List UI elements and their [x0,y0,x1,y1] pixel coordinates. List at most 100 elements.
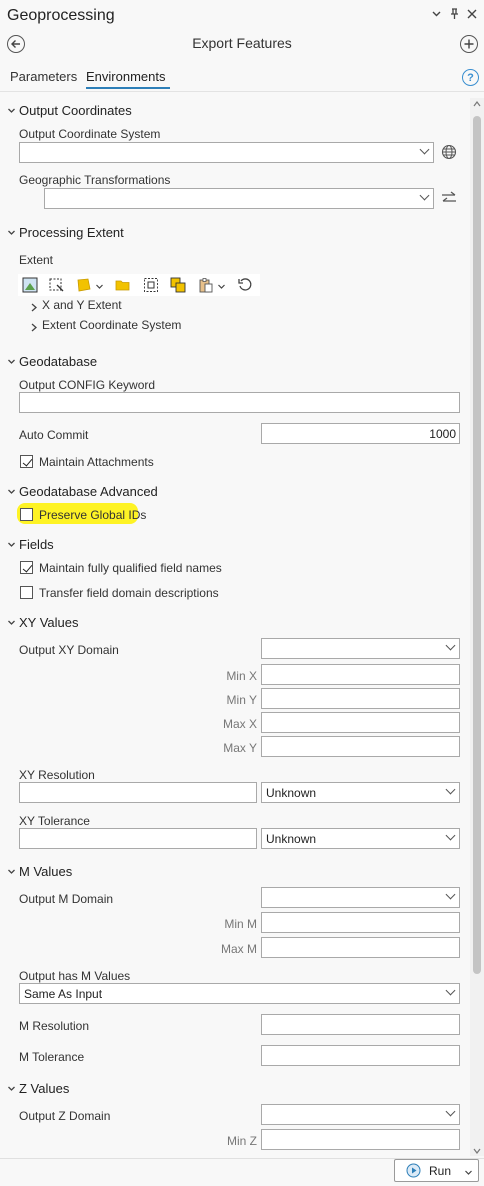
section-collapse-icon[interactable] [7,106,16,117]
output-coordinate-system-select[interactable] [19,142,434,163]
min-z-input[interactable] [261,1129,460,1150]
qualified-field-names-label: Maintain fully qualified field names [39,561,222,575]
config-keyword-label: Output CONFIG Keyword [19,378,156,392]
tabs-divider [0,91,484,92]
maintain-attachments-label: Maintain Attachments [39,455,154,469]
section-geodatabase-advanced[interactable]: Geodatabase Advanced [19,484,158,499]
max-y-input[interactable] [261,736,460,757]
output-m-domain-select[interactable] [261,887,460,908]
union-extent-icon[interactable] [170,277,186,293]
section-fields[interactable]: Fields [19,537,54,552]
chevron-down-icon[interactable] [430,8,442,22]
run-label: Run [429,1164,452,1178]
min-y-input[interactable] [261,688,460,709]
max-m-input[interactable] [261,937,460,958]
section-processing-extent[interactable]: Processing Extent [19,225,124,240]
maintain-attachments-checkbox[interactable] [20,455,33,468]
transfer-domain-label: Transfer field domain descriptions [39,586,219,600]
auto-commit-label: Auto Commit [19,428,89,442]
section-collapse-icon[interactable] [7,228,16,239]
scroll-down-icon[interactable] [473,1143,481,1157]
add-button[interactable] [460,35,478,53]
layer-extent-icon[interactable] [76,277,92,293]
min-m-label: Min M [224,917,257,931]
paste-dropdown-icon[interactable] [217,280,226,294]
m-tolerance-input[interactable] [261,1045,460,1066]
output-has-m-label: Output has M Values [19,969,131,983]
output-z-domain-select[interactable] [261,1104,460,1125]
current-display-extent-icon[interactable] [22,277,38,293]
reset-extent-icon[interactable] [237,277,253,293]
auto-commit-input[interactable]: 1000 [261,423,460,444]
m-resolution-input[interactable] [261,1014,460,1035]
pin-icon[interactable] [448,8,460,23]
globe-icon[interactable] [441,144,457,163]
chevron-down-icon [419,190,430,201]
section-collapse-icon[interactable] [7,357,16,368]
min-z-label: Min Z [227,1134,257,1148]
help-icon[interactable]: ? [462,69,479,86]
browse-folder-icon[interactable] [115,277,131,293]
section-collapse-icon[interactable] [7,540,16,551]
section-geodatabase[interactable]: Geodatabase [19,354,97,369]
chevron-down-icon [445,830,456,841]
output-xy-domain-label: Output XY Domain [19,643,119,657]
output-has-m-select[interactable]: Same As Input [19,983,460,1004]
layer-extent-dropdown-icon[interactable] [95,280,104,294]
section-z-values[interactable]: Z Values [19,1081,69,1096]
min-x-label: Min X [226,669,257,683]
section-collapse-icon[interactable] [7,487,16,498]
xy-extent-expander[interactable]: X and Y Extent [42,298,122,312]
run-dropdown-icon[interactable] [464,1166,473,1180]
section-xy-values[interactable]: XY Values [19,615,79,630]
scroll-up-icon[interactable] [473,101,481,109]
scrollbar-thumb[interactable] [473,116,481,974]
window-title: Geoprocessing [7,7,115,24]
tool-title: Export Features [192,35,292,51]
plus-icon [464,39,474,49]
tab-parameters[interactable]: Parameters [10,69,77,84]
xy-resolution-input[interactable] [19,782,257,803]
section-m-values[interactable]: M Values [19,864,72,879]
chevron-down-icon [445,1106,456,1117]
run-button[interactable]: Run [394,1159,479,1182]
section-collapse-icon[interactable] [7,867,16,878]
swap-arrows-icon[interactable] [441,191,457,208]
chevron-right-icon[interactable] [30,321,38,335]
config-keyword-input[interactable] [19,392,460,413]
xy-tolerance-unit-select[interactable]: Unknown [261,828,460,849]
preserve-global-ids-label: Preserve Global IDs [39,508,147,522]
output-z-domain-label: Output Z Domain [19,1109,111,1123]
max-m-label: Max M [221,942,257,956]
section-collapse-icon[interactable] [7,618,16,629]
xy-tolerance-input[interactable] [19,828,257,849]
min-x-input[interactable] [261,664,460,685]
preserve-global-ids-checkbox[interactable] [20,508,33,521]
max-x-label: Max X [222,717,257,731]
output-xy-domain-select[interactable] [261,638,460,659]
draw-extent-icon[interactable] [48,277,64,293]
xy-resolution-unit-select[interactable]: Unknown [261,782,460,803]
xy-resolution-label: XY Resolution [19,768,95,782]
transfer-domain-checkbox[interactable] [20,586,33,599]
min-y-label: Min Y [226,693,257,707]
paste-extent-icon[interactable] [198,277,214,293]
chevron-down-icon [419,144,430,155]
chevron-right-icon[interactable] [30,301,38,315]
selected-features-extent-icon[interactable] [143,277,159,293]
output-coordinate-system-label: Output Coordinate System [19,127,161,141]
min-m-input[interactable] [261,912,460,933]
m-resolution-label: M Resolution [19,1019,90,1033]
chevron-down-icon [445,889,456,900]
geographic-transformations-label: Geographic Transformations [19,173,171,187]
extent-coordinate-system-expander[interactable]: Extent Coordinate System [42,318,181,332]
output-has-m-value: Same As Input [24,987,103,1001]
max-x-input[interactable] [261,712,460,733]
tab-environments[interactable]: Environments [86,69,165,84]
qualified-field-names-checkbox[interactable] [20,561,33,574]
max-y-label: Max Y [223,741,257,755]
close-icon[interactable] [466,8,478,22]
section-collapse-icon[interactable] [7,1084,16,1095]
section-output-coordinates[interactable]: Output Coordinates [19,103,132,118]
geographic-transformations-select[interactable] [44,188,434,209]
